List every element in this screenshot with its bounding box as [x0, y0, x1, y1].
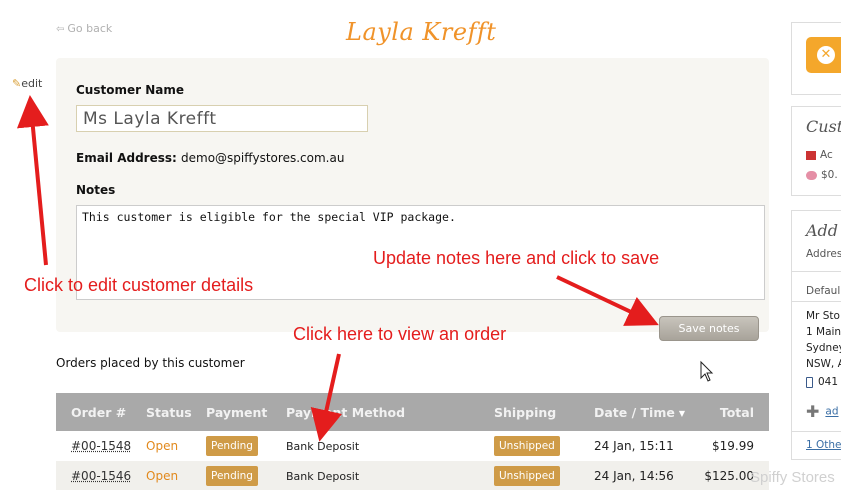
sidebar-default-label: Defaul — [806, 285, 841, 297]
sidebar-spent-text: $0. — [821, 169, 838, 181]
sidebar-spent-row: $0. — [806, 169, 838, 181]
col-date-time[interactable]: Date / Time ▼ — [594, 393, 702, 431]
order-row[interactable]: #00-1548 Open Pending Bank Deposit Unshi… — [56, 431, 769, 461]
shipping-badge: Unshipped — [494, 436, 560, 456]
col-status[interactable]: Status — [146, 393, 206, 431]
orders-table: Order # Status Payment Payment Method Sh… — [56, 393, 769, 490]
sidebar-address-line: NSW, A — [806, 358, 841, 370]
order-status: Open — [146, 469, 179, 483]
order-row[interactable]: #00-1546 Open Pending Bank Deposit Unshi… — [56, 461, 769, 490]
orders-heading: Orders placed by this customer — [56, 356, 245, 370]
sidebar-alert-box: ✕ — [791, 22, 841, 95]
watermark: Spiffy Stores — [750, 469, 835, 486]
notes-hint-annotation: Update notes here and click to save — [373, 248, 660, 268]
shipping-badge: Unshipped — [494, 466, 560, 486]
col-date-label: Date / Time — [594, 404, 675, 420]
order-date: 24 Jan, 15:11 — [594, 431, 702, 461]
sidebar-add-address-row[interactable]: ✚ ad — [806, 402, 839, 421]
save-notes-button[interactable]: Save notes — [659, 316, 759, 341]
col-payment[interactable]: Payment — [206, 393, 286, 431]
sidebar-address-label: Addres — [806, 248, 841, 260]
customer-name-label: Customer Name — [76, 83, 184, 97]
add-address-link[interactable]: ad — [825, 406, 838, 418]
col-total[interactable]: Total — [702, 393, 769, 431]
order-number-link[interactable]: #00-1548 — [71, 439, 131, 453]
col-shipping[interactable]: Shipping — [494, 393, 594, 431]
sidebar-divider — [792, 301, 841, 302]
go-back-link[interactable]: ⇦ Go back — [56, 22, 112, 35]
payment-method: Bank Deposit — [286, 440, 360, 453]
sidebar-marketing-row[interactable]: Ac — [806, 149, 833, 161]
delete-customer-button[interactable]: ✕ — [806, 37, 841, 73]
col-order[interactable]: Order # — [56, 393, 146, 431]
sidebar-address-line: Mr Sto — [806, 310, 840, 322]
sidebar-address-box: Add Addres Defaul Mr Sto 1 Main Sydney N… — [791, 210, 841, 460]
close-circle-icon: ✕ — [817, 46, 835, 64]
sidebar-address-line: Sydney — [806, 342, 841, 354]
sidebar-phone-row: 041 — [806, 376, 838, 388]
go-back-label: Go back — [67, 22, 113, 35]
col-payment-method[interactable]: Payment Method — [286, 393, 494, 431]
orders-header-row: Order # Status Payment Payment Method Sh… — [56, 393, 769, 431]
arrow-to-edit — [16, 95, 49, 266]
sidebar-marketing-text: Ac — [820, 149, 833, 161]
sidebar-address-line: 1 Main — [806, 326, 841, 338]
payment-badge: Pending — [206, 466, 258, 486]
customer-name-field[interactable]: Ms Layla Krefft — [76, 105, 368, 132]
order-number-link[interactable]: #00-1546 — [71, 469, 131, 483]
payment-badge: Pending — [206, 436, 258, 456]
edit-label: edit — [21, 77, 43, 90]
edit-customer-link[interactable]: ✎edit — [12, 77, 42, 90]
sidebar-address-heading: Add — [806, 221, 839, 240]
other-addresses-link[interactable]: 1 Othe — [806, 439, 841, 451]
payment-method: Bank Deposit — [286, 470, 360, 483]
piggy-bank-icon — [806, 170, 817, 180]
order-hint-annotation: Click here to view an order — [293, 324, 507, 344]
sidebar-divider — [792, 431, 841, 432]
order-total: $19.99 — [702, 431, 769, 461]
pencil-icon: ✎ — [12, 77, 22, 90]
page-title: Layla Krefft — [346, 18, 497, 46]
email-label: Email Address: — [76, 151, 177, 165]
edit-hint-annotation: Click to edit customer details — [24, 275, 254, 295]
megaphone-icon — [806, 150, 816, 160]
mouse-cursor-icon — [700, 360, 714, 382]
sidebar-divider — [792, 271, 841, 272]
sort-desc-icon: ▼ — [678, 408, 686, 418]
order-date: 24 Jan, 14:56 — [594, 461, 702, 490]
email-value: demo@spiffystores.com.au — [181, 151, 345, 165]
sidebar-phone: 041 — [818, 376, 839, 388]
phone-icon — [806, 376, 813, 388]
back-arrow-icon: ⇦ — [56, 24, 65, 35]
plus-icon: ✚ — [806, 402, 820, 421]
sidebar-customer-box: Cust Ac $0. — [791, 106, 841, 196]
sidebar-customer-heading: Cust — [806, 117, 841, 136]
order-status: Open — [146, 439, 179, 453]
notes-label: Notes — [76, 183, 116, 197]
